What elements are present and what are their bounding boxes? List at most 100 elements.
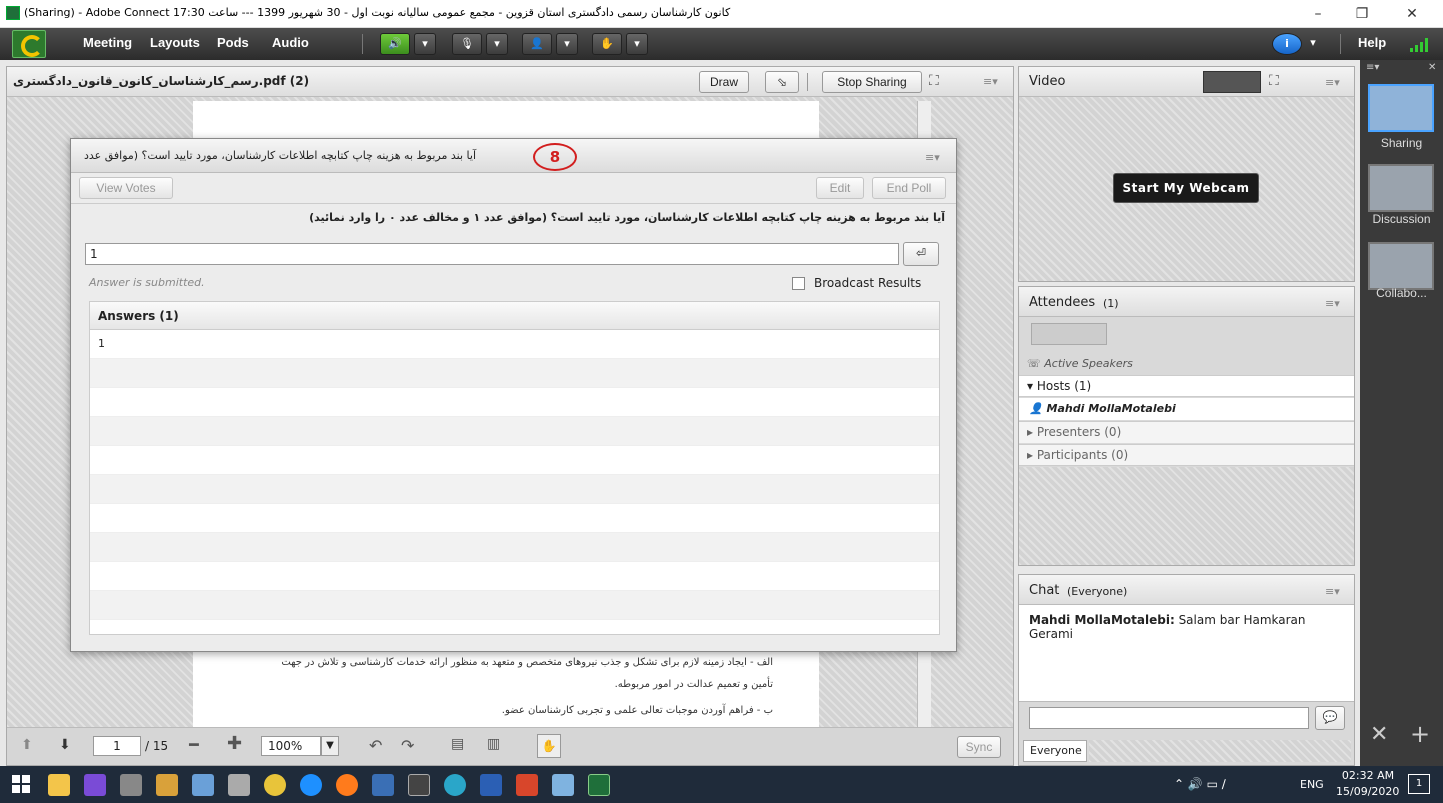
webcam-dropdown-icon[interactable]: ▾ <box>556 33 578 55</box>
participants-label: Participants (0) <box>1036 448 1129 462</box>
menubar-separator <box>362 34 363 54</box>
chat-tab-everyone[interactable]: Everyone <box>1023 740 1087 762</box>
hand-tool-icon[interactable]: ✋ <box>537 734 561 758</box>
clock-date[interactable]: 15/09/2020 <box>1336 785 1399 798</box>
layout-thumb-sharing[interactable] <box>1368 84 1434 132</box>
menu-layouts[interactable]: Layouts <box>150 35 200 50</box>
start-webcam-button[interactable]: Start My Webcam <box>1113 173 1259 203</box>
page-down-icon[interactable]: ⬇ <box>59 737 71 753</box>
calculator-icon[interactable] <box>192 774 214 796</box>
pod-menu-icon[interactable]: ≡▾ <box>983 75 998 88</box>
delete-layout-icon[interactable]: ✕ <box>1370 722 1388 747</box>
windows-start-icon[interactable] <box>12 775 30 793</box>
menu-meeting[interactable]: Meeting <box>83 35 132 50</box>
webcam-icon[interactable]: 👤 <box>522 33 552 55</box>
microphone-dropdown-icon[interactable]: ▾ <box>486 33 508 55</box>
pointer-tool-icon[interactable]: ⬂ <box>765 71 799 93</box>
file-explorer-icon[interactable] <box>48 774 70 796</box>
infinity-app-icon[interactable] <box>84 774 106 796</box>
zoom-dropdown-icon[interactable]: ▼ <box>321 736 339 756</box>
restore-button[interactable]: ❐ <box>1340 2 1384 26</box>
video-fullscreen-icon[interactable]: ⛶ <box>1269 73 1279 89</box>
menu-help[interactable]: Help <box>1358 35 1386 50</box>
clock-time[interactable]: 02:32 AM <box>1340 769 1396 782</box>
edit-button[interactable]: Edit <box>816 177 864 199</box>
minimize-button[interactable]: – <box>1296 2 1340 26</box>
edge-icon[interactable] <box>444 774 466 796</box>
page-number-input[interactable]: 1 <box>93 736 141 756</box>
draw-button[interactable]: Draw <box>699 71 749 93</box>
internet-explorer-icon[interactable] <box>300 774 322 796</box>
layout-label-collaboration[interactable]: Collabo... <box>1360 286 1443 300</box>
end-poll-button[interactable]: End Poll <box>872 177 946 199</box>
layout-label-sharing[interactable]: Sharing <box>1360 136 1443 150</box>
answer-row <box>90 533 939 562</box>
chat-scope: (Everyone) <box>1067 585 1128 598</box>
sync-button[interactable]: Sync <box>957 736 1001 758</box>
layouts-menu-icon[interactable]: ≡▾ <box>1366 62 1379 73</box>
submit-answer-icon[interactable]: ⏎ <box>903 242 939 266</box>
adobe-connect-taskbar-icon[interactable] <box>588 774 610 796</box>
chat-input[interactable] <box>1029 707 1309 729</box>
host-name: Mahdi MollaMotalebi <box>1046 402 1176 415</box>
info-icon[interactable]: i <box>1272 33 1302 55</box>
word-icon[interactable] <box>480 774 502 796</box>
zoom-select[interactable]: 100% <box>261 736 321 756</box>
layout-label-discussion[interactable]: Discussion <box>1360 212 1443 226</box>
layout-thumb-collaboration[interactable] <box>1368 242 1434 290</box>
speaker-icon[interactable]: 🔊 <box>380 33 410 55</box>
fullscreen-icon[interactable]: ⛶ <box>929 73 939 89</box>
hosts-group[interactable]: ▾ Hosts (1) <box>1019 375 1354 397</box>
chat-pod-title: Chat <box>1029 583 1060 598</box>
host-attendee-row[interactable]: 👤 Mahdi MollaMotalebi <box>1019 398 1354 420</box>
answer-row <box>90 475 939 504</box>
video-layout-toggle-icon[interactable] <box>1203 71 1261 93</box>
presenters-group[interactable]: ▸ Presenters (0) <box>1019 421 1354 443</box>
firefox-icon[interactable] <box>336 774 358 796</box>
stop-sharing-button[interactable]: Stop Sharing <box>822 71 922 93</box>
page-up-icon[interactable]: ⬆ <box>21 737 33 753</box>
rotate-left-icon[interactable]: ↶ <box>369 736 382 755</box>
attendees-pod-menu-icon[interactable]: ≡▾ <box>1325 297 1340 310</box>
video-pod-menu-icon[interactable]: ≡▾ <box>1325 76 1340 89</box>
app-icon[interactable] <box>372 774 394 796</box>
fit-width-icon[interactable]: ▤ <box>451 736 464 752</box>
rotate-right-icon[interactable]: ↷ <box>401 736 414 755</box>
speaker-dropdown-icon[interactable]: ▾ <box>414 33 436 55</box>
app-icon[interactable] <box>516 774 538 796</box>
microphone-icon[interactable]: 🎙 <box>452 33 482 55</box>
layout-thumb-discussion[interactable] <box>1368 164 1434 212</box>
info-dropdown-icon[interactable]: ▾ <box>1304 33 1322 55</box>
status-dropdown-icon[interactable]: ▾ <box>626 33 648 55</box>
menu-pods[interactable]: Pods <box>217 35 249 50</box>
add-layout-icon[interactable]: + <box>1410 720 1430 748</box>
notification-center-icon[interactable]: 1 <box>1408 774 1430 794</box>
app-icon[interactable] <box>228 774 250 796</box>
zoom-out-icon[interactable]: ━ <box>189 737 199 753</box>
app-icon[interactable] <box>156 774 178 796</box>
app-icon[interactable] <box>552 774 574 796</box>
menu-audio[interactable]: Audio <box>272 35 309 50</box>
raise-hand-icon[interactable]: ✋ <box>592 33 622 55</box>
attendee-view-toggle-icon[interactable] <box>1031 323 1107 345</box>
broadcast-results-checkbox[interactable] <box>792 277 805 290</box>
terminal-icon[interactable] <box>408 774 430 796</box>
chat-pod-menu-icon[interactable]: ≡▾ <box>1325 585 1340 598</box>
app-icon[interactable] <box>120 774 142 796</box>
attendees-count: (1) <box>1103 297 1119 310</box>
language-indicator[interactable]: ENG <box>1300 778 1324 791</box>
page-total-label: / 15 <box>145 739 169 753</box>
attendees-pod-title: Attendees <box>1029 295 1096 310</box>
layouts-close-icon[interactable]: ✕ <box>1428 62 1436 73</box>
view-votes-button[interactable]: View Votes <box>79 177 173 199</box>
participants-group[interactable]: ▸ Participants (0) <box>1019 444 1354 466</box>
poll-menu-icon[interactable]: ≡▾ <box>925 151 940 164</box>
answer-input[interactable]: 1 <box>85 243 899 265</box>
chrome-icon[interactable] <box>264 774 286 796</box>
system-tray-icons[interactable]: ⌃ 🔊 ▭ ∕ <box>1174 777 1226 791</box>
fit-page-icon[interactable]: ▥ <box>487 736 500 752</box>
zoom-in-icon[interactable]: ✚ <box>227 735 242 753</box>
pdf-line: تأمین و تعمیم عدالت در امور مربوطه. <box>614 679 773 690</box>
send-message-icon[interactable]: 💬 <box>1315 706 1345 730</box>
close-button[interactable]: ✕ <box>1390 2 1434 26</box>
